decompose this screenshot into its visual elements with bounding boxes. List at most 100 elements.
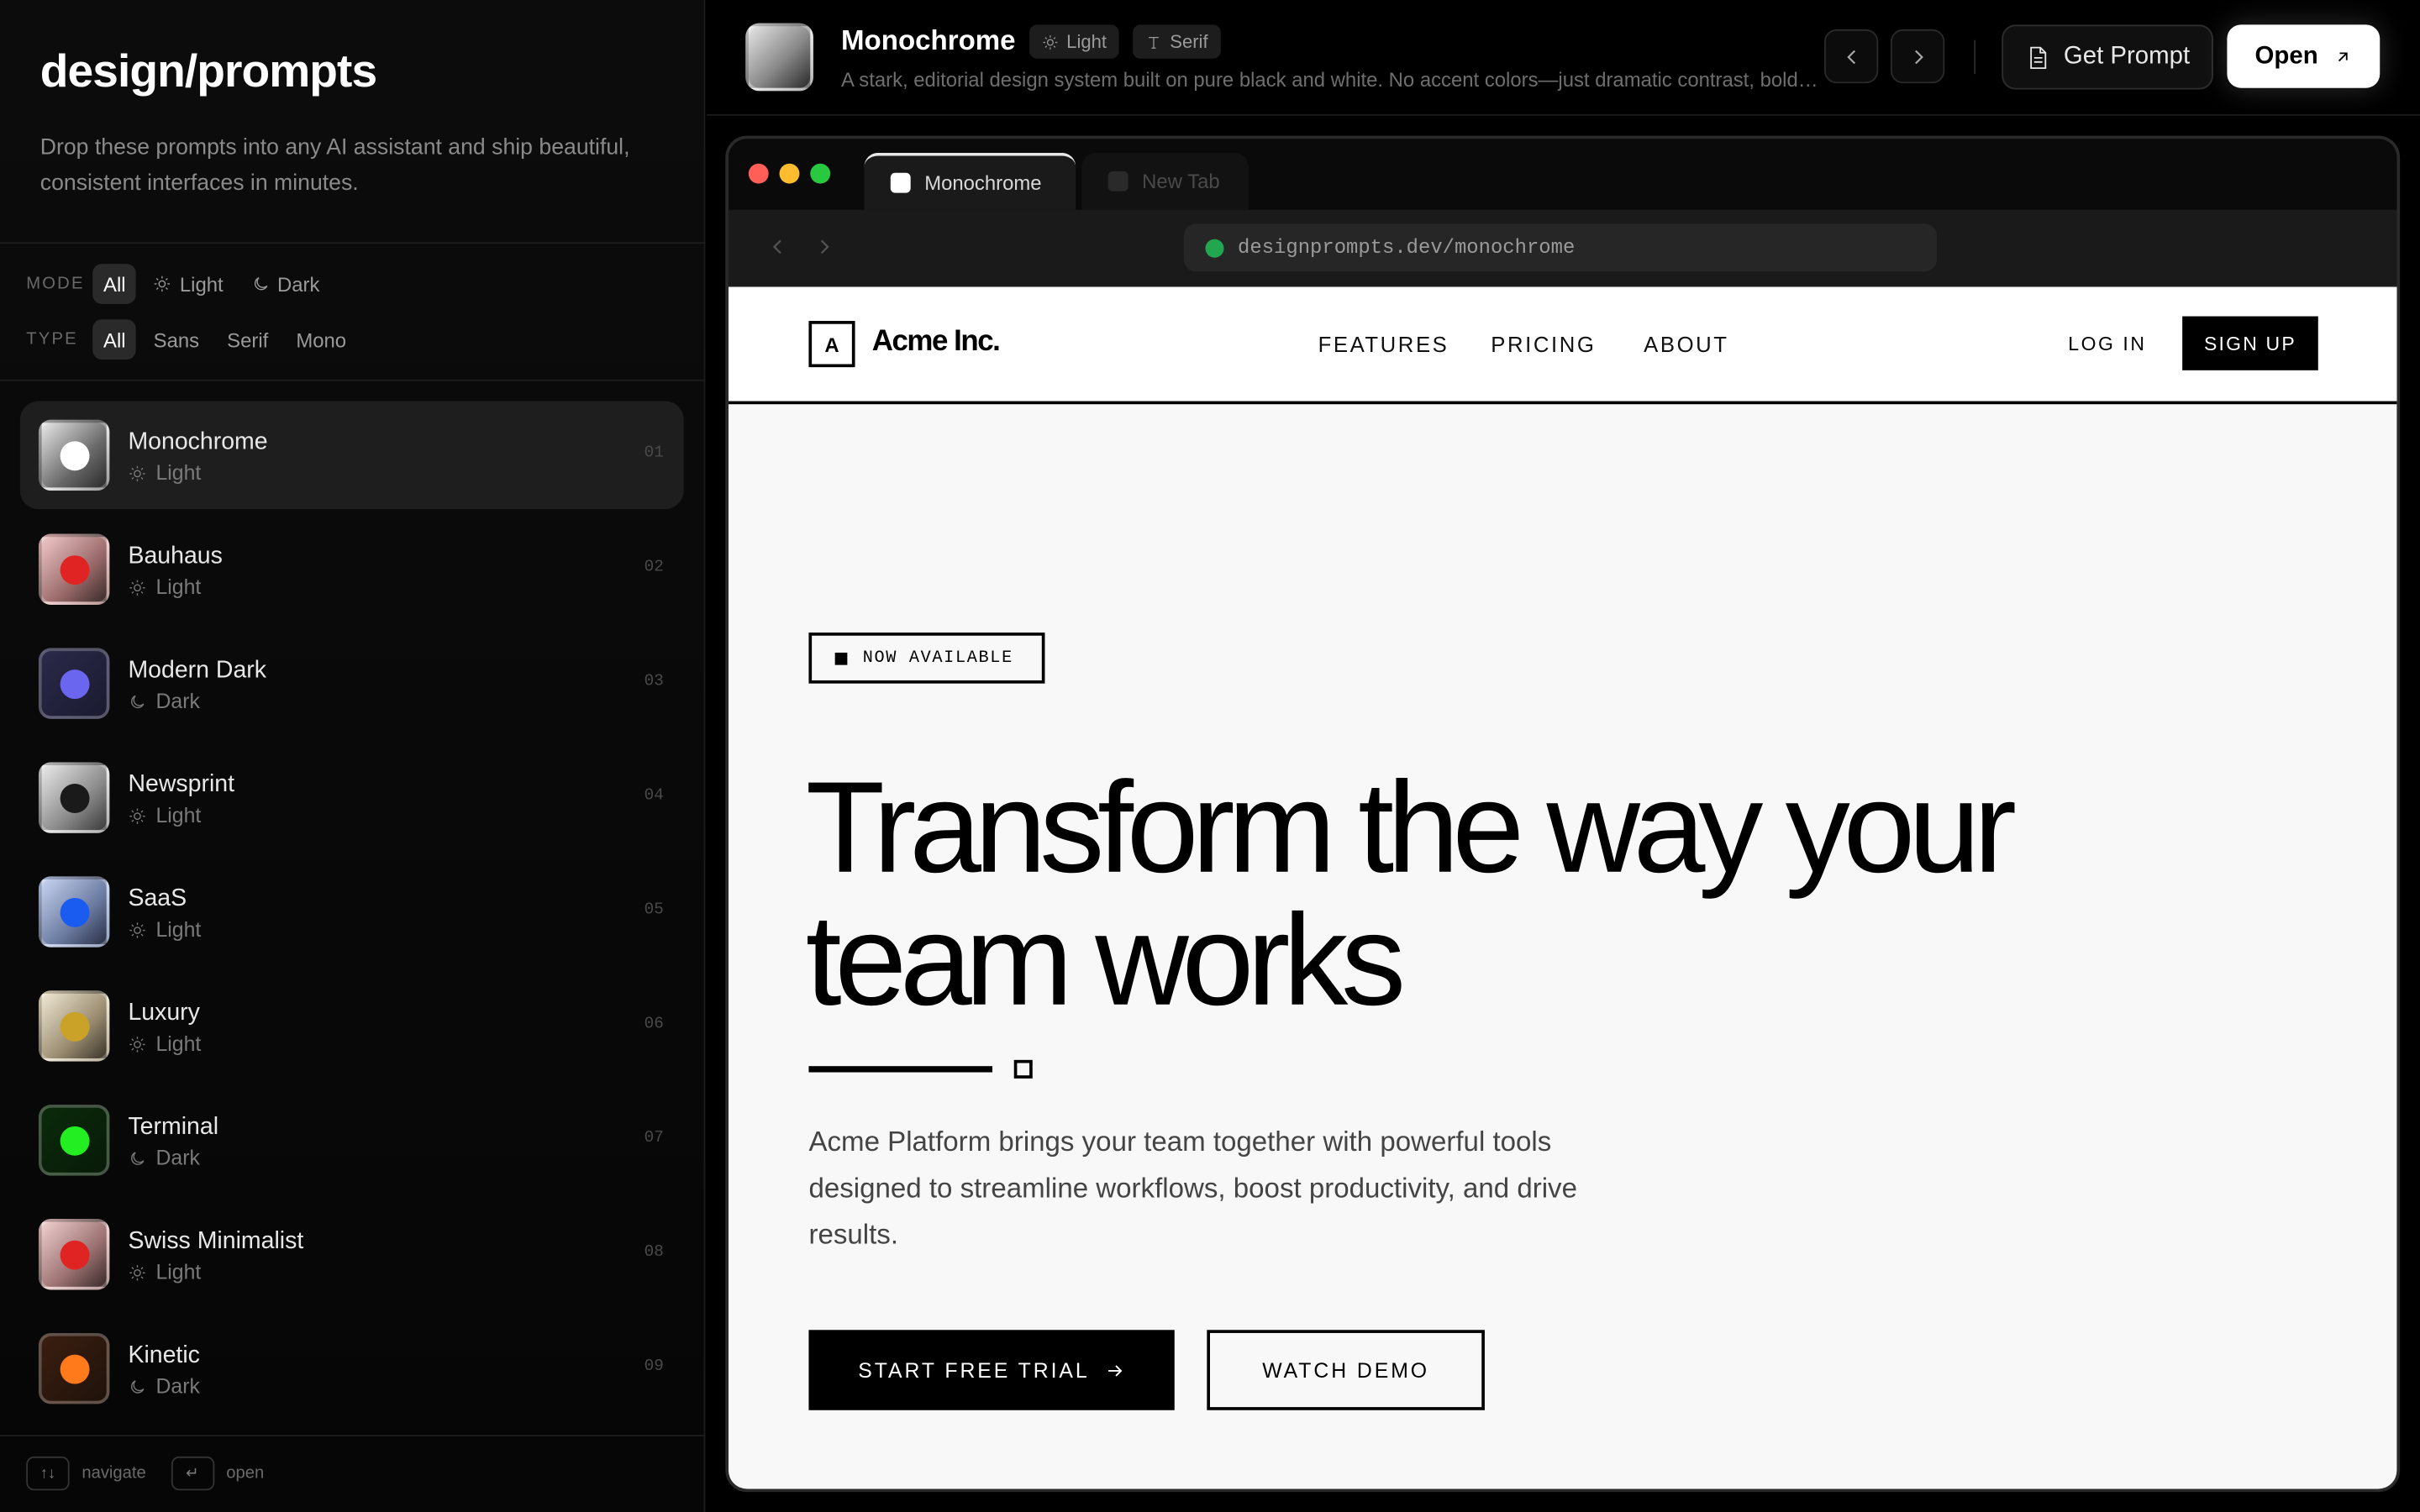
sun-icon: [155, 276, 171, 292]
badge-label: NOW AVAILABLE: [862, 648, 1013, 668]
theme-mode: Light: [128, 918, 201, 941]
theme-name: SaaS: [128, 885, 187, 912]
previous-theme-button[interactable]: [1824, 29, 1879, 84]
cta-label: START FREE TRIAL: [858, 1358, 1090, 1382]
theme-mode: Light: [128, 804, 201, 827]
browser-tab-strip: Monochrome New Tab: [728, 139, 2397, 210]
type-filter-mono[interactable]: Mono: [285, 319, 356, 360]
browser-forward-button[interactable]: [813, 236, 835, 258]
theme-swatch: [38, 990, 110, 1062]
preview-header: Monochrome Light Serif A stark, editoria…: [707, 0, 2420, 116]
get-prompt-label: Get Prompt: [2063, 43, 2191, 70]
theme-swatch: [745, 23, 813, 92]
browser-preview: Monochrome New Tab designprompts.dev/mon…: [725, 135, 2401, 1493]
signup-button[interactable]: SIGN UP: [2182, 316, 2318, 370]
divider: [0, 1435, 706, 1436]
mode-filter-light[interactable]: Light: [143, 264, 234, 304]
browser-tab-new[interactable]: New Tab: [1081, 152, 1249, 210]
theme-swatch: [38, 1332, 110, 1404]
theme-list-item[interactable]: Terminal Dark 07: [20, 1086, 684, 1194]
headline-line-1: Transform the way your: [805, 754, 2017, 900]
theme-number: 03: [644, 672, 664, 691]
get-prompt-button[interactable]: Get Prompt: [2002, 24, 2213, 90]
mode-filter-all[interactable]: All: [92, 264, 137, 304]
secure-indicator-icon: [1205, 238, 1224, 257]
start-free-trial-button[interactable]: START FREE TRIAL: [808, 1330, 1175, 1410]
theme-swatch: [38, 762, 110, 833]
theme-list-item[interactable]: Bauhaus Light 02: [20, 515, 684, 623]
divider: [0, 242, 706, 244]
theme-color-dot: [59, 1125, 89, 1155]
theme-name: Bauhaus: [128, 543, 223, 570]
type-filter-serif[interactable]: Serif: [216, 319, 279, 360]
address-bar[interactable]: designprompts.dev/monochrome: [1183, 223, 1938, 272]
next-theme-button[interactable]: [1891, 29, 1945, 84]
document-icon: [2030, 45, 2047, 69]
theme-number: 01: [644, 444, 664, 464]
theme-list-item[interactable]: SaaS Light 05: [20, 858, 684, 966]
sun-icon: [129, 1264, 145, 1280]
sun-icon: [129, 807, 145, 823]
divider: [0, 379, 706, 381]
theme-color-dot: [59, 783, 89, 813]
browser-back-button[interactable]: [767, 236, 789, 258]
arrow-up-right-icon: [2338, 51, 2348, 61]
arrow-keys-hint: ↑↓: [26, 1456, 70, 1491]
theme-number: 08: [644, 1243, 664, 1263]
theme-description: A stark, editorial design system built o…: [841, 67, 1821, 92]
watch-demo-button[interactable]: WATCH DEMO: [1207, 1330, 1485, 1410]
theme-name: Modern Dark: [128, 657, 267, 684]
theme-name: Terminal: [128, 1114, 219, 1141]
browser-toolbar: designprompts.dev/monochrome: [728, 209, 2397, 287]
theme-list-item[interactable]: Monochrome Light 01: [19, 401, 684, 510]
theme-name: Luxury: [128, 1000, 200, 1026]
theme-list-item[interactable]: Swiss Minimalist Light 08: [20, 1200, 684, 1309]
theme-number: 07: [644, 1129, 664, 1148]
theme-list-item[interactable]: Luxury Light 06: [20, 972, 684, 1080]
nav-link-about[interactable]: ABOUT: [1644, 332, 1728, 356]
hero-subtext: Acme Platform brings your team together …: [808, 1126, 1577, 1250]
theme-mode: Light: [128, 461, 201, 485]
theme-list-item[interactable]: Kinetic Dark 09: [20, 1315, 684, 1423]
chip-label: All: [103, 272, 126, 296]
open-button[interactable]: Open: [2227, 24, 2381, 88]
sidebar: design/prompts Drop these prompts into a…: [0, 0, 706, 1512]
theme-color-dot: [59, 1353, 89, 1383]
browser-tab-active[interactable]: Monochrome: [864, 152, 1076, 210]
enter-key-hint: ↵: [171, 1456, 214, 1491]
theme-color-dot: [59, 1011, 89, 1041]
type-filter-all[interactable]: All: [92, 319, 137, 360]
app-root: design/prompts Drop these prompts into a…: [0, 0, 2420, 1512]
nav-link-features[interactable]: FEATURES: [1318, 332, 1449, 356]
site-logo-mark[interactable]: A: [808, 321, 855, 368]
theme-mode-label: Dark: [155, 690, 200, 713]
now-available-badge: NOW AVAILABLE: [808, 633, 1045, 684]
theme-list-item[interactable]: Modern Dark Dark 03: [20, 629, 684, 738]
theme-title: Monochrome: [841, 24, 1016, 56]
type-filter-sans[interactable]: Sans: [143, 319, 210, 360]
tab-label: New Tab: [1142, 170, 1220, 193]
login-link[interactable]: LOG IN: [2068, 333, 2146, 355]
theme-mode-label: Light: [155, 1260, 202, 1284]
moon-icon: [254, 276, 267, 291]
theme-mode-label: Dark: [155, 1146, 200, 1170]
theme-swatch: [38, 1219, 110, 1290]
tab-label: Monochrome: [924, 171, 1042, 195]
moon-icon: [131, 694, 145, 708]
headline-line-2: team works: [805, 887, 1406, 1032]
open-label: Open: [2254, 42, 2318, 69]
theme-mode: Dark: [128, 1146, 200, 1170]
theme-mode-label: Light: [155, 1032, 202, 1056]
mode-filter-label: MODE: [26, 274, 85, 293]
site-logo-text[interactable]: Acme Inc.: [872, 326, 1001, 360]
theme-list-item[interactable]: Newsprint Light 04: [20, 743, 684, 852]
theme-color-dot: [59, 440, 89, 470]
nav-link-pricing[interactable]: PRICING: [1491, 332, 1596, 356]
sun-icon: [129, 465, 145, 481]
type-icon: [1149, 36, 1159, 48]
divider: [1974, 39, 1976, 75]
theme-name: Kinetic: [128, 1341, 200, 1369]
theme-name: Monochrome: [128, 428, 268, 455]
theme-mode-label: Light: [155, 803, 202, 827]
mode-filter-dark[interactable]: Dark: [240, 264, 330, 304]
